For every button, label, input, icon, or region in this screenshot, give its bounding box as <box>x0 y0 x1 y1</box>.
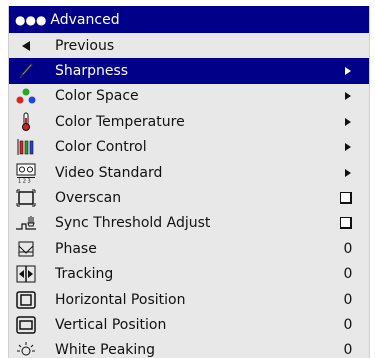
menu-title-bar: ●●● Advanced <box>9 6 369 33</box>
submenu-arrow-icon <box>345 143 351 152</box>
menu-item-label: Vertical Position <box>55 316 167 333</box>
overscan-checkbox[interactable] <box>340 192 352 205</box>
menu-item-white-peaking[interactable]: White Peaking 0 <box>9 338 369 358</box>
menu-item-previous[interactable]: Previous <box>9 33 369 58</box>
advanced-menu: ●●● Advanced Previous Sharpness Color Sp… <box>8 6 370 358</box>
horizontal-position-value: 0 <box>343 291 353 308</box>
submenu-arrow-icon <box>345 168 351 177</box>
video-standard-icon: 1 2 3 <box>13 163 39 183</box>
menu-item-label: White Peaking <box>55 342 156 358</box>
menu-dots-icon: ●●● <box>15 12 47 27</box>
menu-title: Advanced <box>50 11 120 28</box>
phase-icon <box>13 240 39 258</box>
menu-item-label: Sharpness <box>55 63 129 80</box>
sync-threshold-icon <box>13 214 39 232</box>
color-control-icon <box>13 138 39 156</box>
vertical-position-value: 0 <box>343 316 353 333</box>
phase-value: 0 <box>343 240 353 257</box>
menu-item-label: Color Temperature <box>55 113 185 130</box>
menu-item-label: Previous <box>55 37 115 54</box>
color-space-icon <box>13 87 39 105</box>
svg-text:1 2 3: 1 2 3 <box>18 178 31 183</box>
white-peaking-value: 0 <box>343 342 353 358</box>
submenu-arrow-icon <box>345 67 351 76</box>
sharpness-icon <box>13 62 39 80</box>
overscan-icon <box>13 189 39 207</box>
white-peaking-icon <box>13 341 39 358</box>
menu-item-label: Horizontal Position <box>55 291 186 308</box>
menu-item-label: Video Standard <box>55 164 163 181</box>
menu-item-color-temperature[interactable]: Color Temperature <box>9 109 369 134</box>
menu-item-label: Phase <box>55 240 97 257</box>
menu-item-horizontal-position[interactable]: Horizontal Position 0 <box>9 287 369 312</box>
submenu-arrow-icon <box>345 92 351 101</box>
menu-item-label: Overscan <box>55 190 122 207</box>
menu-item-tracking[interactable]: Tracking 0 <box>9 262 369 287</box>
menu-item-label: Color Control <box>55 139 147 156</box>
horizontal-position-icon <box>13 290 39 309</box>
submenu-arrow-icon <box>345 117 351 126</box>
menu-item-sharpness[interactable]: Sharpness <box>9 58 369 84</box>
previous-icon <box>13 40 39 51</box>
vertical-position-icon <box>13 316 39 334</box>
tracking-value: 0 <box>343 266 353 283</box>
menu-item-sync-threshold-adjust[interactable]: Sync Threshold Adjust <box>9 211 369 236</box>
menu-item-overscan[interactable]: Overscan <box>9 185 369 210</box>
menu-item-color-control[interactable]: Color Control <box>9 135 369 160</box>
menu-item-phase[interactable]: Phase 0 <box>9 236 369 261</box>
menu-item-label: Tracking <box>55 266 114 283</box>
thermometer-icon <box>13 112 39 132</box>
menu-item-label: Color Space <box>55 88 139 105</box>
menu-item-label: Sync Threshold Adjust <box>55 215 211 232</box>
sync-threshold-checkbox[interactable] <box>340 217 352 230</box>
menu-item-vertical-position[interactable]: Vertical Position 0 <box>9 312 369 337</box>
menu-item-color-space[interactable]: Color Space <box>9 84 369 109</box>
menu-item-video-standard[interactable]: 1 2 3 Video Standard <box>9 160 369 185</box>
tracking-icon <box>13 265 39 283</box>
